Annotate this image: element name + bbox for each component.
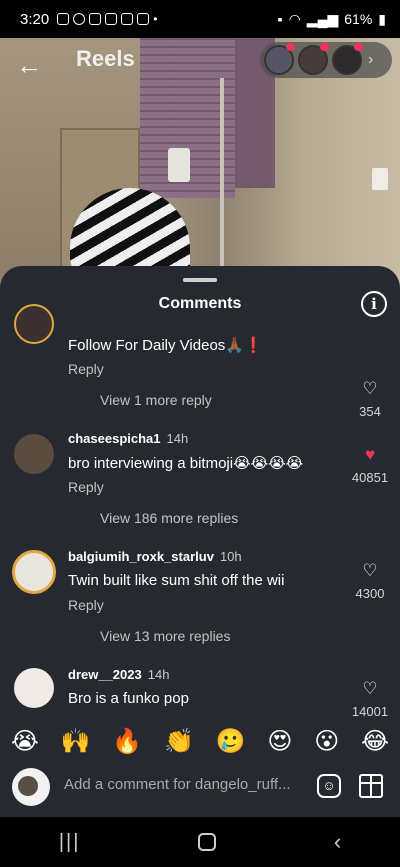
reply-button[interactable]: Reply [68,361,104,377]
comment-avatar[interactable] [12,550,56,594]
like-button[interactable]: ♡ 14001 [340,680,400,720]
wifi-icon: ◠ [288,10,301,27]
my-avatar [12,768,50,806]
sheet-title: Comments [158,295,242,312]
page-title: Reels [76,46,135,71]
battery-level: 61% [344,11,373,27]
comment-text: bro interviewing a bitmoji😭😭😭😭 [68,455,304,472]
notification-icons: • [57,12,157,26]
more-notifications-icon: • [153,12,158,26]
system-nav-bar: ||| ‹ [0,817,400,867]
status-bar: 3:20 • ▪ ◠ ▂▄▆ 61% ▮ [0,0,400,38]
username-text[interactable]: drew__2023 [68,667,142,682]
emoji-clapping[interactable]: 👏 [164,727,194,756]
comment-avatar[interactable] [14,304,54,344]
like-button[interactable]: ♥ 40851 [340,446,400,486]
recent-apps-button[interactable]: ||| [59,831,81,854]
sticker-icon[interactable]: ☺ [317,774,341,798]
heart-filled-icon[interactable]: ♥ [340,446,400,464]
username-text[interactable]: balgiumih_roxk_starluv [68,549,214,564]
active-users-pill[interactable]: › [260,42,392,78]
emoji-raised-hands[interactable]: 🙌 [61,727,91,756]
lock-icon: ▪ [277,11,283,27]
view-replies-button[interactable]: View 1 more reply [100,392,212,408]
instagram-icon [121,13,134,25]
emoji-loudly-crying[interactable]: 😭 [11,727,39,756]
comment-username[interactable]: balgiumih_roxk_starluv 10h [68,549,242,564]
like-count: 354 [359,404,381,419]
emoji-joy[interactable]: 😂 [361,727,389,756]
comment-time: 14h [147,667,170,682]
comment-text: Bro is a funko pop [68,690,189,707]
avatar[interactable] [264,43,295,75]
avatar[interactable] [298,43,329,75]
sheet-grabber[interactable] [183,278,217,282]
comment-avatar[interactable] [14,668,54,708]
instagram-icon [105,13,118,25]
comment-time: 14h [166,431,189,446]
chat-icon [73,13,86,25]
signal-icon: ▂▄▆ [306,10,339,27]
battery-icon: ▮ [378,10,386,27]
view-replies-button[interactable]: View 186 more replies [100,510,238,526]
heart-icon[interactable]: ♡ [340,380,400,398]
avatar[interactable] [332,43,363,75]
emoji-fire[interactable]: 🔥 [112,727,142,756]
comment-time: 10h [219,549,242,564]
status-right: ▪ ◠ ▂▄▆ 61% ▮ [278,11,386,28]
emoji-surprised[interactable]: 😮 [314,727,339,756]
reply-button[interactable]: Reply [68,597,104,613]
view-replies-button[interactable]: View 13 more replies [100,628,230,644]
emoji-smiling-tear[interactable]: 🥲 [216,727,246,756]
username-text[interactable]: chaseespicha1 [68,431,161,446]
home-button[interactable] [198,833,217,851]
chevron-right-icon[interactable]: › [368,51,373,69]
back-arrow-icon[interactable]: ← [16,50,42,81]
like-count: 4300 [355,586,385,601]
back-button[interactable]: ‹ [334,829,341,855]
video-dispenser [168,148,190,182]
gift-icon[interactable] [359,774,383,798]
comment-input[interactable]: Add a comment for dangelo_ruff... [64,776,291,793]
like-button[interactable]: ♡ 4300 [340,562,400,602]
instagram-icon [137,13,150,25]
comment-username[interactable]: drew__2023 14h [68,667,169,682]
comment-username[interactable]: chaseespicha1 14h [68,431,188,446]
reply-button[interactable]: Reply [68,479,104,495]
video-door [220,78,224,278]
video-dispenser-2 [372,168,388,190]
like-button[interactable]: ♡ 354 [340,380,400,420]
mail-icon [57,13,70,25]
emoji-reaction-bar: 😭 🙌 🔥 👏 🥲 😍 😮 😂 [0,722,400,760]
heart-icon[interactable]: ♡ [340,680,400,698]
comment-composer: Add a comment for dangelo_ruff... ☺ [0,760,400,817]
status-time: 3:20 [20,10,50,28]
comment-avatar[interactable] [14,434,54,474]
info-icon[interactable]: i [361,291,387,317]
comment-text: Twin built like sum shit off the wii [68,572,285,589]
heart-icon[interactable]: ♡ [340,562,400,580]
like-count: 40851 [351,470,389,485]
comment-text: Follow For Daily Videos🙏🏾❗ [68,337,263,354]
emoji-heart-eyes[interactable]: 😍 [267,727,292,756]
like-count: 14001 [351,704,389,719]
instagram-icon [89,13,102,25]
